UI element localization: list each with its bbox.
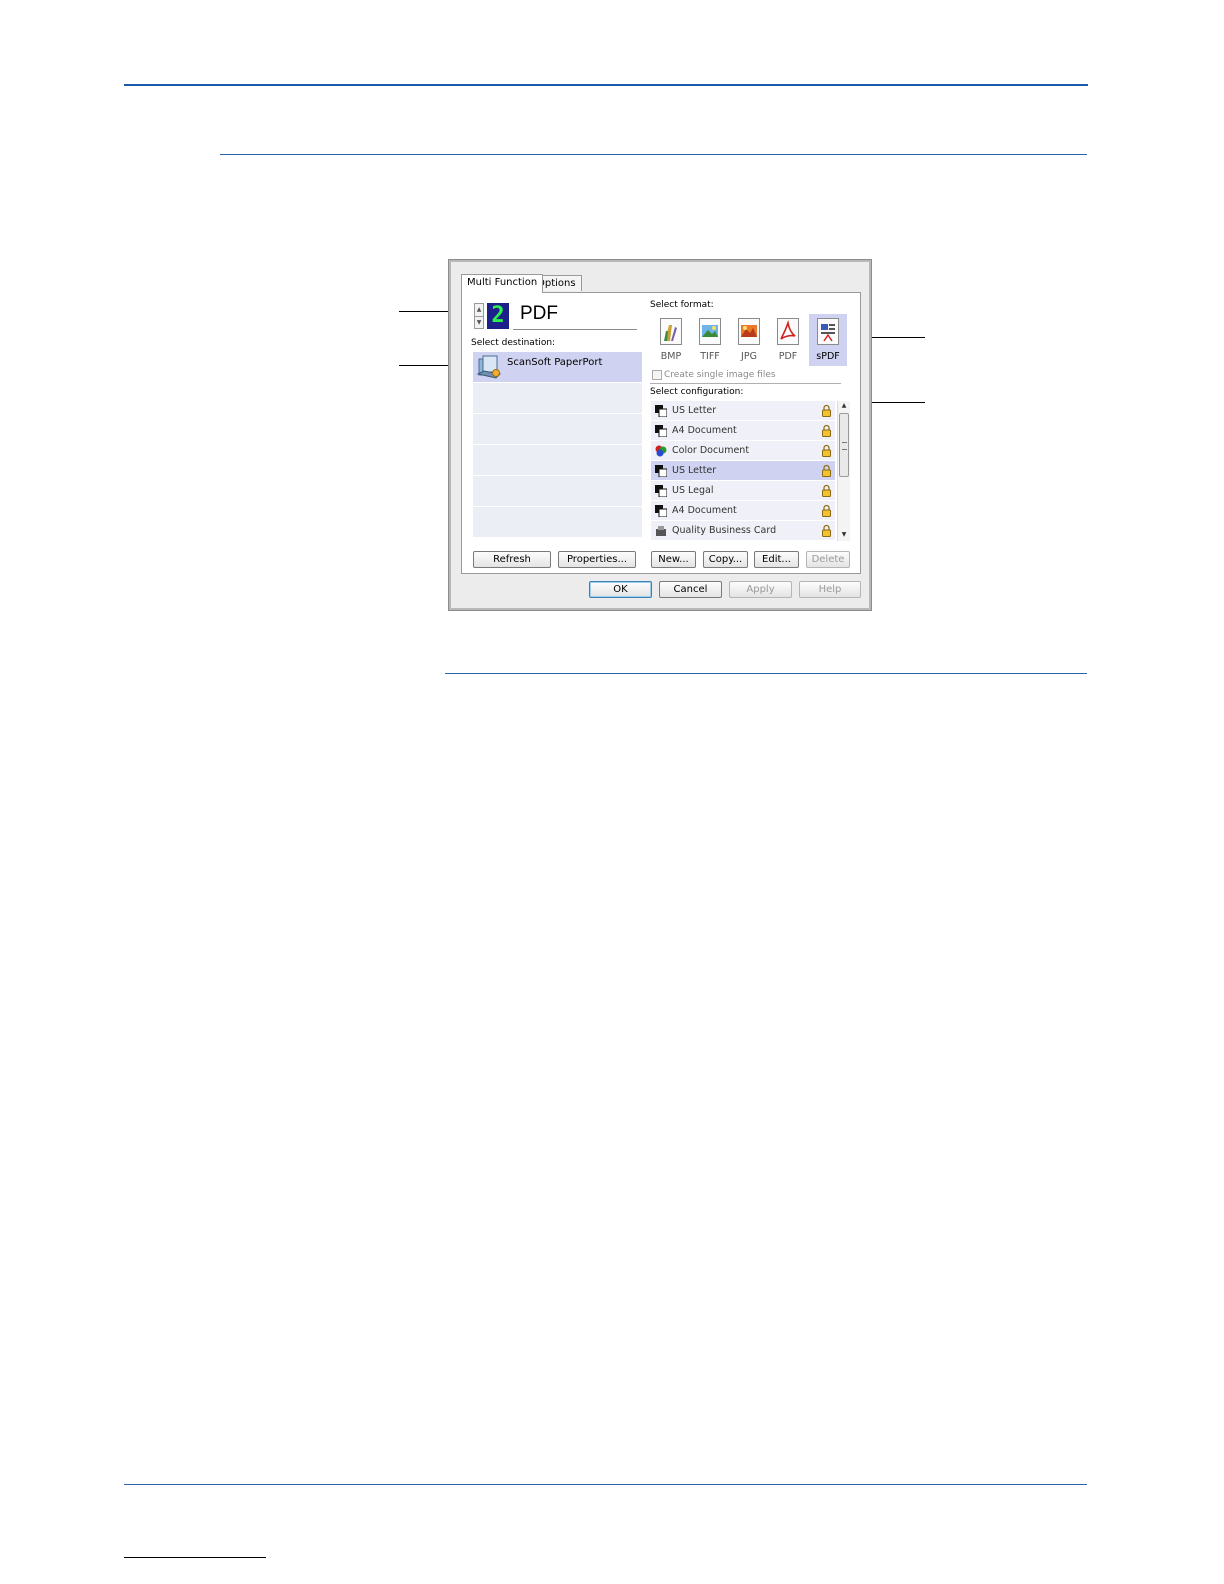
format-option-pdf[interactable]: PDF [769,314,807,366]
button-number-spinner[interactable]: ▲ ▼ [474,303,484,329]
configuration-item-label: A4 Document [672,505,737,516]
refresh-button[interactable]: Refresh [473,551,551,568]
multi-function-panel: ▲ ▼ 2 PDF Select destination: ScanSoft P… [461,292,861,574]
configuration-item[interactable]: Quality Business Card [651,521,835,541]
jpg-file-icon [738,318,760,345]
destination-item-empty [473,445,642,476]
properties-dialog: Multi Function Options ▲ ▼ 2 PDF Select … [448,259,872,611]
lock-icon [822,504,831,517]
create-single-files-label: Create single image files [664,370,776,380]
section-rule-top [220,154,1087,155]
scroll-down-icon[interactable]: ▼ [838,530,850,540]
apply-button[interactable]: Apply [729,581,792,598]
copy-button[interactable]: Copy... [703,551,748,568]
scroll-thumb[interactable] [839,413,849,477]
format-label: PDF [778,351,798,362]
format-label: JPG [741,351,757,362]
spdf-file-icon [817,318,839,345]
select-destination-label: Select destination: [471,338,556,348]
configuration-item-label: US Letter [672,405,717,416]
destination-list[interactable]: ScanSoft PaperPort [473,352,642,538]
format-label: BMP [660,351,682,362]
destination-item-paperport[interactable]: ScanSoft PaperPort [473,352,642,383]
bw-scan-icon [655,405,667,417]
format-label: TIFF [700,351,720,362]
format-option-jpg[interactable]: JPG [730,314,768,366]
bw-scan-icon [655,485,667,497]
create-single-files-checkbox[interactable] [652,370,662,380]
configuration-item-label: A4 Document [672,425,737,436]
configuration-item[interactable]: A4 Document [651,421,835,441]
tab-multi-function[interactable]: Multi Function [461,274,544,293]
footer-rule [124,1484,1087,1485]
format-name-title: PDF [520,303,558,324]
configuration-list[interactable]: US Letter A4 Document Color Document US … [651,401,835,541]
paperport-icon [476,355,502,379]
destination-item-empty [473,507,642,538]
button-number-display: 2 [487,303,509,329]
configuration-item-label: US Legal [672,485,714,496]
format-label: sPDF [816,351,840,362]
spin-up-icon[interactable]: ▲ [475,304,483,316]
destination-item-empty [473,383,642,414]
delete-button[interactable]: Delete [806,551,850,568]
tiff-file-icon [699,318,721,345]
properties-button[interactable]: Properties... [558,551,636,568]
configuration-item[interactable]: US Letter [651,401,835,421]
bw-scan-icon [655,465,667,477]
select-format-label: Select format: [650,300,714,310]
configuration-item-label: Color Document [672,445,750,456]
bw-scan-icon [655,505,667,517]
edit-button[interactable]: Edit... [754,551,799,568]
configuration-item[interactable]: Color Document [651,441,835,461]
footnote-rule [124,1557,266,1558]
configuration-item-label: Quality Business Card [672,525,777,536]
lock-icon [822,444,831,457]
tab-multi-function-label: Multi Function [467,277,538,288]
scroll-up-icon[interactable]: ▲ [838,401,850,411]
card-scan-icon [656,526,666,536]
format-option-spdf[interactable]: sPDF [809,314,847,366]
bw-scan-icon [655,425,667,437]
lock-icon [822,424,831,437]
cancel-button[interactable]: Cancel [659,581,722,598]
configuration-item-selected[interactable]: US Letter [651,461,835,481]
lock-icon [822,404,831,417]
ok-button[interactable]: OK [589,581,652,598]
select-configuration-label: Select configuration: [650,387,744,397]
destination-item-empty [473,414,642,445]
format-section-divider [650,383,841,384]
section-rule-middle [445,673,1087,674]
grip-icon [842,442,847,450]
configuration-item[interactable]: A4 Document [651,501,835,521]
header-rule [124,84,1088,86]
configuration-item-label: US Letter [672,465,717,476]
spin-down-icon[interactable]: ▼ [475,316,483,329]
configuration-item[interactable]: US Legal [651,481,835,501]
lock-icon [822,464,831,477]
bmp-file-icon [660,318,682,345]
lock-icon [822,524,831,537]
destination-item-empty [473,476,642,507]
color-scan-icon [655,445,667,457]
configuration-scrollbar[interactable]: ▲ ▼ [837,401,850,541]
lock-icon [822,484,831,497]
help-button[interactable]: Help [799,581,861,598]
format-option-bmp[interactable]: BMP [652,314,690,366]
pdf-file-icon [777,318,799,345]
destination-item-label: ScanSoft PaperPort [507,357,603,368]
format-name-underline [513,329,637,330]
format-option-tiff[interactable]: TIFF [691,314,729,366]
new-button[interactable]: New... [651,551,696,568]
